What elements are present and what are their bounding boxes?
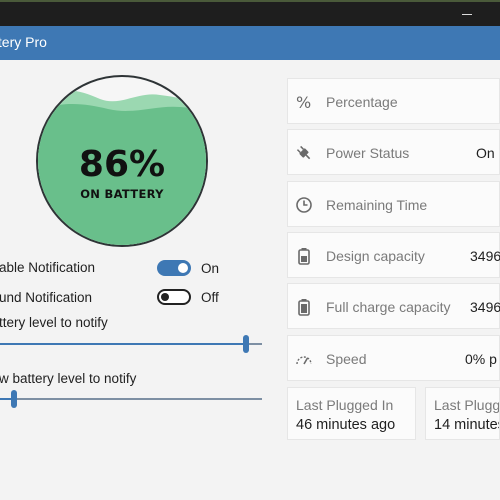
- design-capacity-label: Design capacity: [326, 248, 425, 264]
- battery-gauge: 86% ON BATTERY: [36, 75, 208, 247]
- svg-text:%: %: [296, 93, 311, 111]
- last-plugged-second-value: 14 minutes: [434, 417, 500, 433]
- low-level-slider-thumb[interactable]: [11, 390, 17, 408]
- speed-value: 0% p: [465, 351, 497, 367]
- percentage-label: Percentage: [326, 94, 398, 110]
- design-capacity-value: 3496: [470, 248, 500, 264]
- window-title: ttery Pro: [0, 34, 47, 50]
- enable-notification-toggle[interactable]: [157, 260, 191, 276]
- last-plugged-in-value: 46 minutes ago: [296, 417, 396, 433]
- remaining-time-label: Remaining Time: [326, 197, 428, 213]
- battery-icon: [298, 248, 310, 265]
- power-status-value: On: [476, 145, 495, 161]
- battery-percent-text: 86%: [78, 144, 166, 185]
- design-capacity-card: Design capacity 3496: [287, 232, 500, 278]
- sound-notification-toggle[interactable]: [157, 289, 191, 305]
- system-top-strip: [0, 0, 500, 26]
- low-level-slider-track[interactable]: [0, 398, 262, 400]
- last-plugged-in-caption: Last Plugged In: [296, 397, 394, 413]
- clock-icon: [296, 197, 312, 213]
- low-level-label: w battery level to notify: [0, 371, 137, 386]
- percent-icon: %: [296, 93, 311, 111]
- sound-notification-state: Off: [201, 290, 219, 305]
- full-charge-capacity-value: 3496: [470, 299, 500, 315]
- enable-notification-label: able Notification: [0, 260, 96, 275]
- high-level-slider-fill: [0, 343, 244, 345]
- title-bar: ttery Pro: [0, 26, 500, 60]
- top-edge-line: [0, 0, 500, 2]
- power-status-card: Power Status On: [287, 129, 500, 175]
- remaining-time-card: Remaining Time: [287, 181, 500, 227]
- last-plugged-in-card: Last Plugged In 46 minutes ago: [287, 387, 416, 440]
- last-plugged-second-caption: Last Plugge: [434, 397, 500, 413]
- enable-notification-state: On: [201, 261, 220, 276]
- percentage-card: % Percentage: [287, 78, 500, 124]
- high-level-slider-thumb[interactable]: [243, 335, 249, 353]
- sound-notification-label: und Notification: [0, 290, 93, 305]
- last-plugged-second-card: Last Plugge 14 minutes: [425, 387, 500, 440]
- full-charge-capacity-label: Full charge capacity: [326, 299, 451, 315]
- toggle-knob: [178, 263, 188, 273]
- full-charge-capacity-card: Full charge capacity 3496: [287, 283, 500, 329]
- power-status-label: Power Status: [326, 145, 410, 161]
- battery-full-icon: [298, 299, 310, 316]
- battery-state-text: ON BATTERY: [80, 187, 164, 201]
- speed-label: Speed: [326, 351, 367, 367]
- plug-icon: [296, 145, 311, 160]
- minimize-button[interactable]: [458, 8, 476, 22]
- high-level-label: ttery level to notify: [0, 315, 108, 330]
- speedometer-icon: [296, 356, 312, 365]
- toggle-knob: [161, 293, 169, 301]
- speed-card: Speed 0% p: [287, 335, 500, 381]
